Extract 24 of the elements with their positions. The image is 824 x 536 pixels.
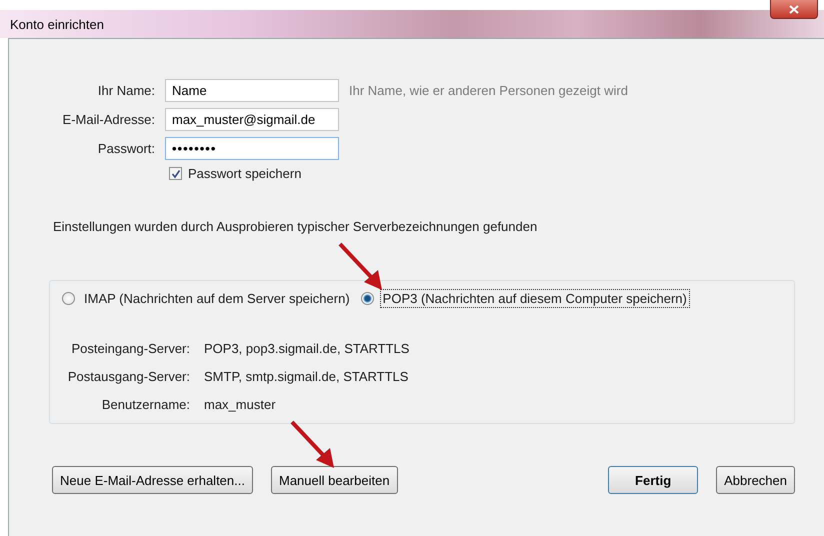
remember-password-checkbox[interactable]: Passwort speichern: [165, 166, 302, 181]
window-title: Konto einrichten: [10, 16, 104, 32]
server-label: Posteingang-Server:: [70, 341, 190, 356]
checkmark-icon: [170, 168, 180, 178]
close-icon: [789, 4, 799, 14]
dialog-button[interactable]: Neue E-Mail-Adresse erhalten...: [52, 466, 253, 494]
input-field[interactable]: max_muster@sigmail.de: [165, 108, 339, 131]
server-label: Benutzername:: [100, 397, 190, 412]
close-button[interactable]: [770, 0, 818, 19]
field-label: Passwort:: [96, 141, 155, 156]
server-value: SMTP, smtp.sigmail.de, STARTTLS: [204, 369, 410, 384]
server-label: Postausgang-Server:: [66, 369, 190, 384]
server-value: POP3, pop3.sigmail.de, STARTTLS: [204, 341, 410, 356]
done-button[interactable]: Fertig: [608, 466, 698, 494]
field-hint: Ihr Name, wie er anderen Personen gezeigt wird: [349, 83, 629, 98]
protocol-radio[interactable]: IMAP (Nachrichten auf dem Server speichern): [62, 289, 353, 308]
password-field[interactable]: ••••••••: [165, 137, 339, 160]
dialog-button[interactable]: Manuell bearbeiten: [270, 466, 398, 494]
field-label: E-Mail-Adresse:: [62, 112, 155, 127]
server-value: max_muster: [204, 397, 277, 412]
input-field[interactable]: Name: [165, 79, 339, 102]
field-label: Ihr Name:: [96, 83, 155, 98]
status-message: Einstellungen wurden durch Ausprobieren typischer Serverbezeichnungen gefunden: [53, 219, 538, 234]
cancel-button[interactable]: Abbrechen: [716, 466, 795, 494]
